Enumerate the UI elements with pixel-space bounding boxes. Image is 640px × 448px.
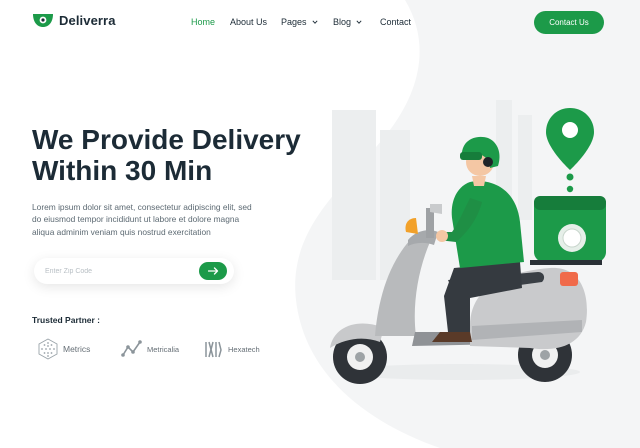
contact-us-button[interactable]: Contact Us — [534, 11, 604, 34]
metricalia-graph-icon — [121, 340, 142, 357]
nav-contact[interactable]: Contact — [380, 17, 411, 27]
nav-pages[interactable]: Pages — [281, 17, 333, 27]
partner-metricalia[interactable]: Metricalia — [121, 338, 179, 360]
site-header: Deliverra Home About Us Pages Blog Conta… — [0, 0, 640, 44]
hero-description: Lorem ipsum dolor sit amet, consectetur … — [32, 201, 272, 238]
main-nav: Home About Us Pages Blog Contact — [191, 17, 411, 27]
chevron-down-icon — [356, 20, 362, 24]
zip-search-box — [34, 258, 234, 284]
hero-description-line: do eiusmod tempor incididunt ut labore e… — [32, 214, 240, 225]
location-pin-icon — [546, 108, 594, 193]
delivery-scooter-illustration — [330, 100, 606, 384]
partner-metrics[interactable]: Metrics — [37, 338, 90, 360]
arrow-right-icon — [207, 267, 218, 275]
metrics-hexagon-icon — [38, 338, 58, 360]
partner-name: Hexatech — [228, 344, 260, 354]
partner-name: Metricalia — [147, 344, 180, 354]
nav-contact-label: Contact — [380, 17, 412, 27]
hero-title-line: We Provide Delivery — [32, 124, 301, 155]
brand-logo[interactable]: Deliverra — [32, 12, 116, 28]
hero-description-line: aliqua adminim veniam quis nostrud exerc… — [32, 226, 211, 237]
nav-about-us-label: About Us — [230, 17, 268, 27]
search-submit-button[interactable] — [199, 262, 227, 280]
logo-icon — [33, 14, 53, 27]
hero-title-line: Within 30 Min — [32, 155, 213, 186]
hexatech-bars-icon — [205, 341, 222, 358]
partners-title: Trusted Partner : — [32, 315, 101, 325]
nav-about-us[interactable]: About Us — [230, 17, 281, 27]
partner-name: Metrics — [63, 344, 91, 354]
nav-pages-label: Pages — [281, 17, 307, 27]
partner-hexatech[interactable]: Hexatech — [204, 338, 260, 360]
brand-name: Deliverra — [59, 12, 116, 28]
hero-description-line: Lorem ipsum dolor sit amet, consectetur … — [32, 202, 252, 212]
zip-code-input[interactable] — [45, 264, 195, 278]
nav-blog-label: Blog — [333, 17, 352, 27]
nav-home[interactable]: Home — [191, 17, 230, 27]
chevron-down-icon — [311, 20, 318, 24]
nav-home-label: Home — [191, 17, 216, 27]
delivery-box — [530, 196, 606, 265]
hero-title: We Provide Delivery Within 30 Min — [32, 124, 332, 186]
nav-blog[interactable]: Blog — [333, 17, 380, 27]
